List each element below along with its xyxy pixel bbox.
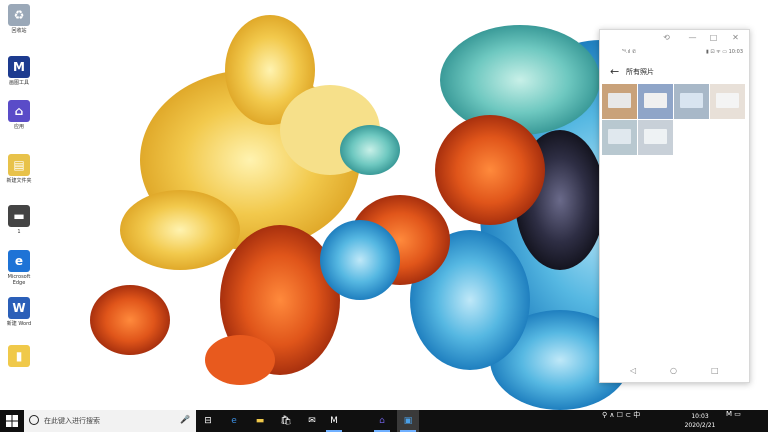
taskbar-file-explorer-icon[interactable]: ▬ [249, 410, 271, 432]
desktop-icon-label: 回收站 [11, 28, 27, 34]
photo-thumbnail[interactable] [602, 120, 637, 155]
desktop-icon-folder-doc[interactable]: ▤ 新建文件夹 [0, 154, 38, 184]
minimize-button[interactable]: — [688, 33, 697, 42]
taskbar-edge-icon[interactable]: e [223, 410, 245, 432]
desktop: 安卓 拍 ♻ 回收站 M 画图工具 ⌂ 应用 ▤ 新建文件夹 ▬ 1 e Microsoft Edge… [0, 0, 768, 432]
rotate-icon[interactable]: ⟲ [662, 33, 671, 42]
phone-status-bar: ⁵ᵍ.ıl ✆ ▮ ⊡ ᯤ ▭ 10:03 [600, 46, 749, 58]
laptop-photo-content [644, 129, 667, 144]
desktop-icon-label: 新建 Word [6, 321, 32, 327]
close-button[interactable]: ✕ [731, 33, 740, 42]
app-store-icon: ⌂ [8, 100, 30, 122]
nav-recents-button[interactable]: □ [711, 366, 719, 375]
nav-back-button[interactable]: ◁ [630, 366, 636, 375]
desktop-icon-recycle-bin[interactable]: ♻ 回收站 [0, 4, 38, 34]
clock-time: 10:03 [691, 413, 709, 420]
taskbar-phone-mirror-icon[interactable]: ▣ [397, 410, 419, 432]
desktop-icon-folder[interactable]: ▮ [0, 345, 38, 369]
desktop-icon-label: 1 [17, 229, 21, 235]
back-arrow-icon[interactable]: ← [610, 65, 619, 78]
photo-thumbnail[interactable] [674, 84, 709, 119]
taskbar-task-view-icon[interactable]: ⊟ [197, 410, 219, 432]
desktop-icon-shortcut-1[interactable]: ▬ 1 [0, 205, 38, 235]
desktop-icon-word-doc[interactable]: W 新建 Word [0, 297, 38, 327]
maximize-button[interactable]: □ [709, 33, 718, 42]
taskbar-app-store-icon[interactable]: ⌂ [371, 410, 393, 432]
taskbar-store-icon[interactable]: 🛍 [275, 410, 297, 432]
window-titlebar[interactable]: ⟲ — □ ✕ [600, 30, 749, 46]
clock-date: 2020/2/21 [684, 422, 716, 429]
desktop-icon-label: 新建文件夹 [6, 178, 32, 184]
shortcut-1-icon: ▬ [8, 205, 30, 227]
page-title: 所有照片 [626, 68, 654, 76]
nav-home-button[interactable]: ○ [670, 366, 677, 375]
system-tray[interactable]: ⚲ ∧ ☐ ⊂ 中 [602, 410, 640, 432]
photo-thumbnail[interactable] [638, 84, 673, 119]
search-placeholder: 在此键入进行搜索 [44, 417, 100, 425]
phone-nav-bar: ◁ ○ □ [600, 360, 749, 382]
desktop-icon-app-m[interactable]: M 画图工具 [0, 56, 38, 86]
laptop-photo-content [716, 93, 739, 108]
microsoft-edge-icon: e [8, 250, 30, 272]
taskbar-search-box[interactable]: 在此键入进行搜索 🎤 [24, 410, 196, 432]
photo-thumbnail[interactable] [602, 84, 637, 119]
desktop-icon-label: 应用 [13, 124, 24, 130]
photo-thumbnail[interactable] [710, 84, 745, 119]
microphone-icon[interactable]: 🎤 [180, 415, 190, 424]
folder-icon: ▮ [8, 345, 30, 367]
laptop-photo-content [608, 129, 631, 144]
laptop-photo-content [644, 93, 667, 108]
phone-mirror-window[interactable]: ⟲ — □ ✕ ⁵ᵍ.ıl ✆ ▮ ⊡ ᯤ ▭ 10:03 ← 所有照片 ◁ ○… [599, 29, 750, 383]
signal-status: ⁵ᵍ.ıl ✆ [622, 49, 637, 55]
battery-time-status: ▮ ⊡ ᯤ ▭ 10:03 [706, 49, 743, 55]
windows-start-icon[interactable] [6, 415, 18, 427]
laptop-photo-content [680, 93, 703, 108]
desktop-icon-app-store[interactable]: ⌂ 应用 [0, 100, 38, 130]
folder-doc-icon: ▤ [8, 154, 30, 176]
search-icon [29, 415, 39, 425]
laptop-photo-content [608, 93, 631, 108]
photo-grid [602, 84, 748, 155]
desktop-icon-microsoft-edge[interactable]: e Microsoft Edge [0, 250, 38, 286]
taskbar-app-m-icon[interactable]: M [323, 410, 345, 432]
desktop-icon-label: 画图工具 [8, 80, 29, 86]
tray-extra-icons[interactable]: M ▭ [726, 410, 741, 432]
word-doc-icon: W [8, 297, 30, 319]
desktop-icon-label: Microsoft Edge [7, 274, 31, 286]
recycle-bin-icon: ♻ [8, 4, 30, 26]
gallery-app-bar: ← 所有照片 [600, 62, 749, 82]
taskbar: 在此键入进行搜索 🎤 ⊟ e ▬ 🛍 ✉ M ⌂ ▣ ⚲ ∧ ☐ ⊂ 中 10:03 2020… [0, 410, 768, 432]
taskbar-clock[interactable]: 10:03 2020/2/21 [680, 412, 720, 430]
taskbar-mail-icon[interactable]: ✉ [301, 410, 323, 432]
app-m-icon: M [8, 56, 30, 78]
photo-thumbnail[interactable] [638, 120, 673, 155]
